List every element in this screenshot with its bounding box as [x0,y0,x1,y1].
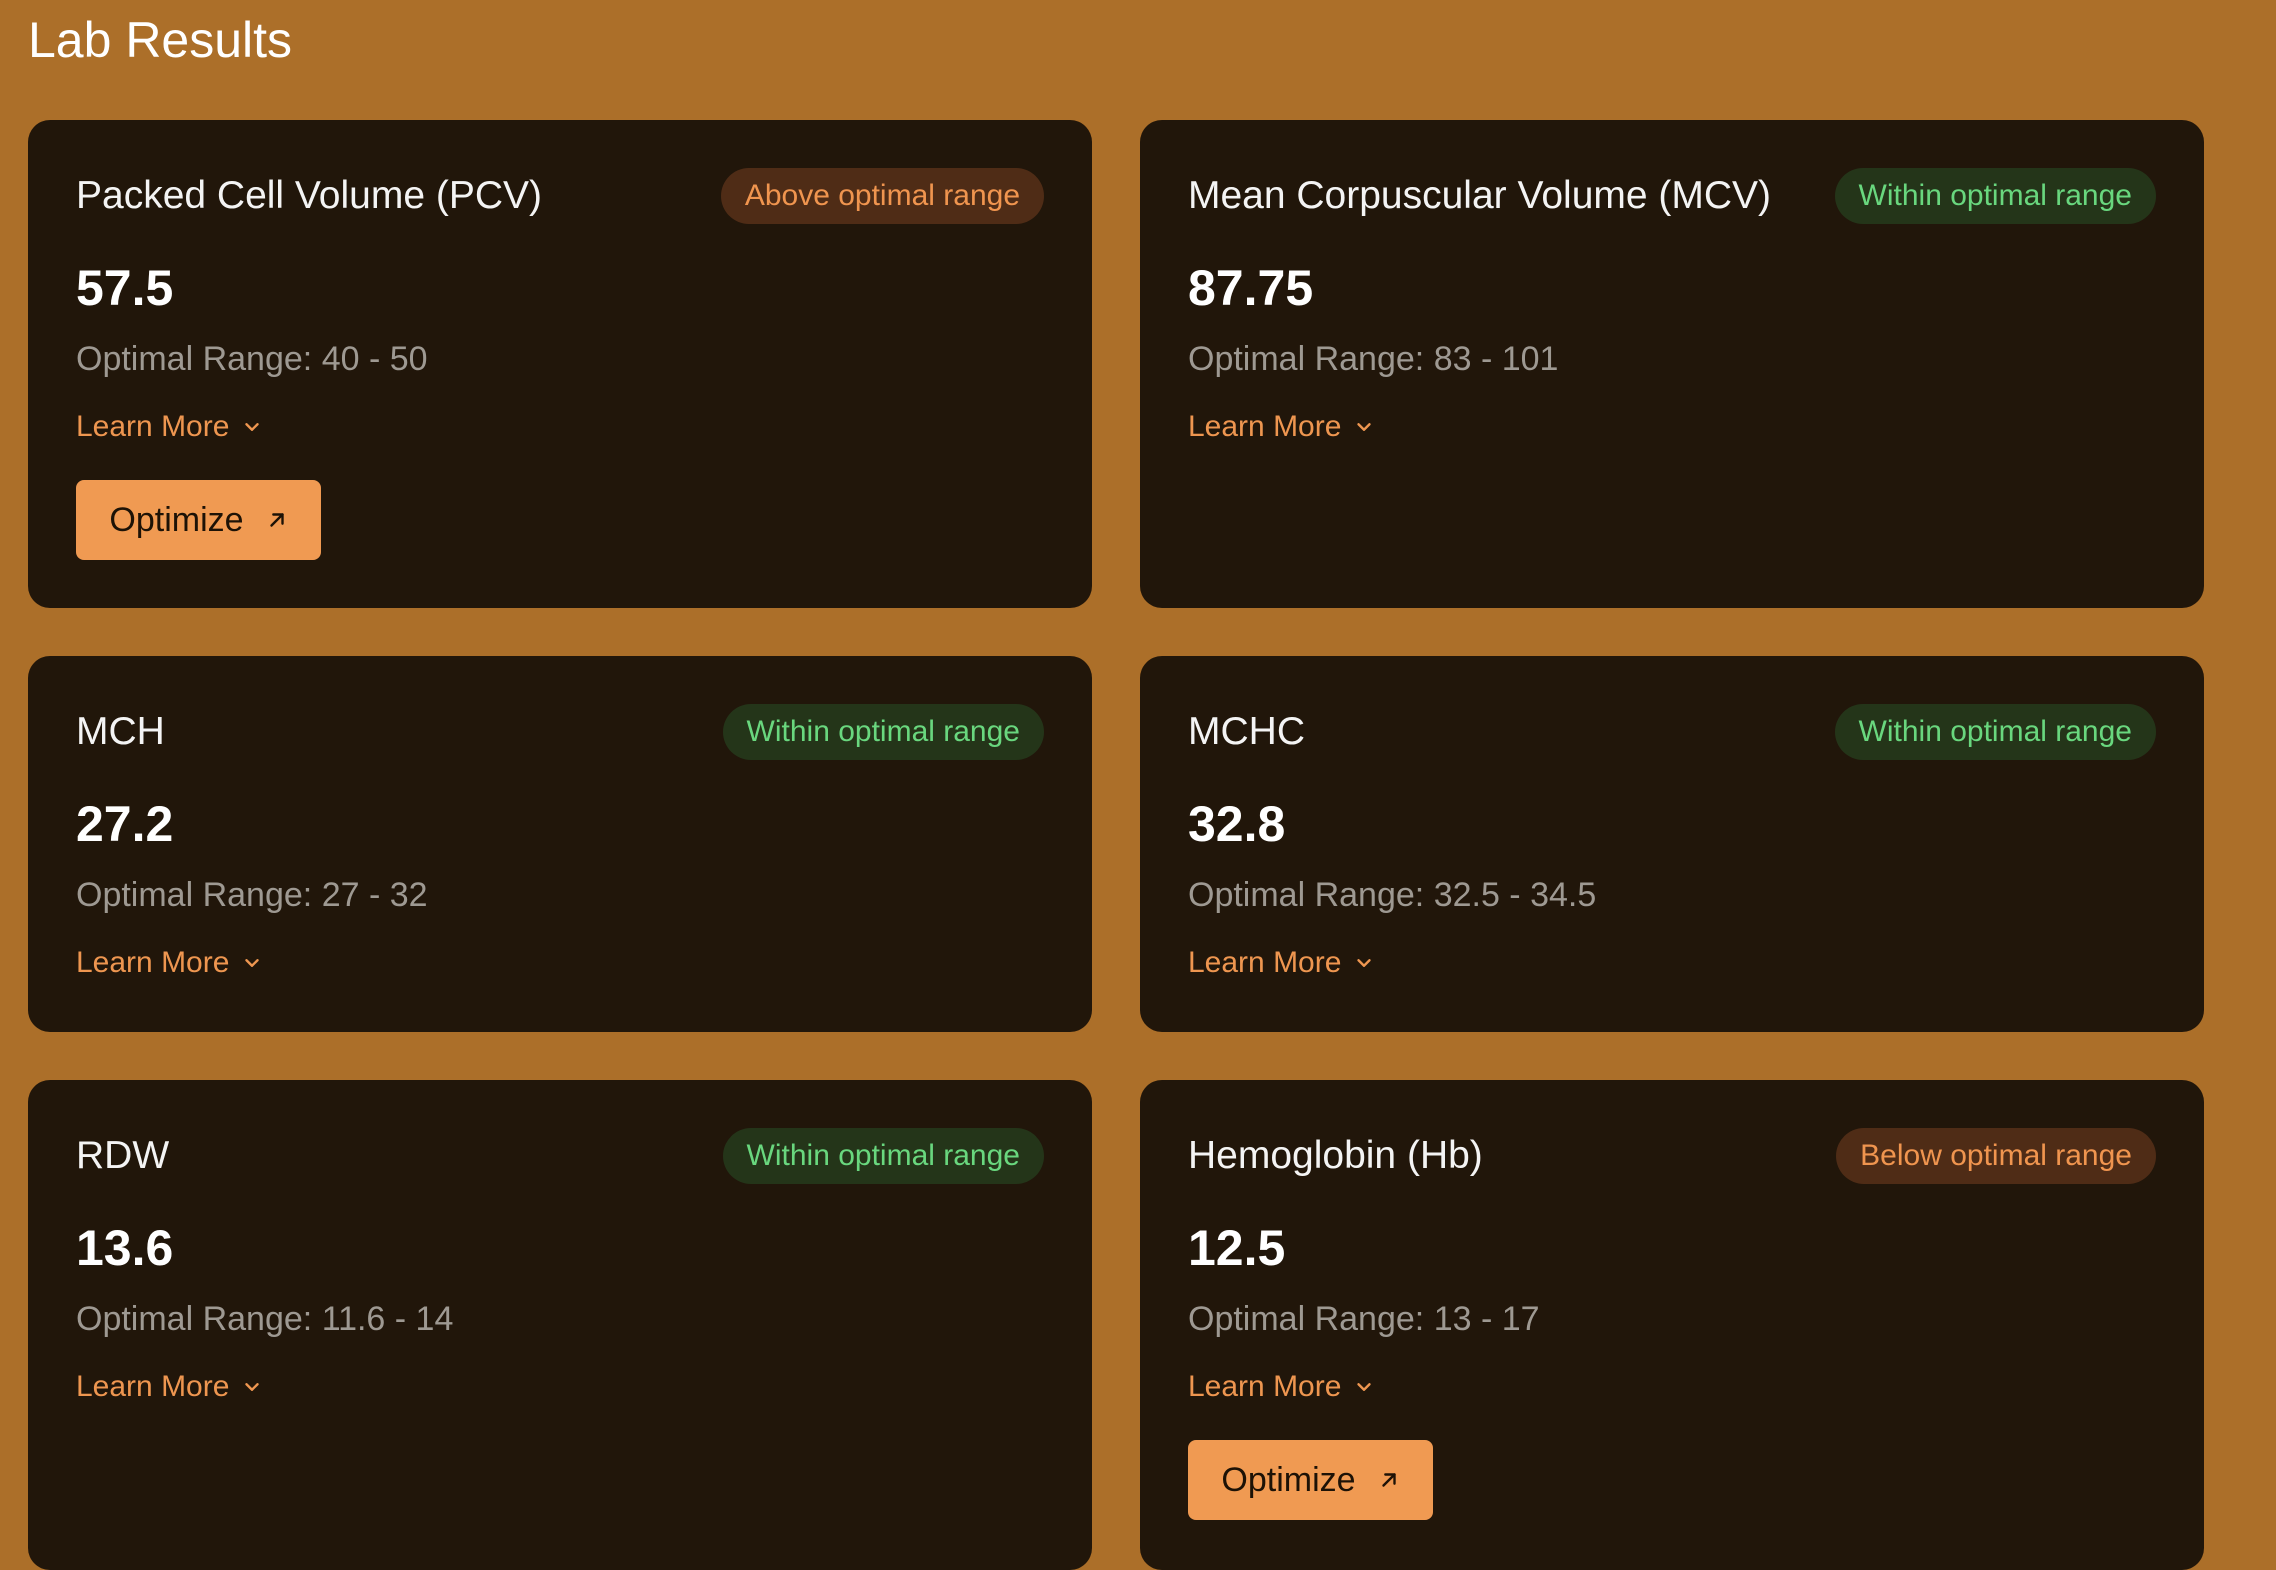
optimal-range-value: 13 - 17 [1433,1300,1540,1338]
optimal-range-value: 83 - 101 [1433,340,1559,378]
learn-more-toggle[interactable]: Learn More [76,943,263,983]
learn-more-toggle[interactable]: Learn More [76,407,263,447]
optimal-range-label: Optimal Range: [76,876,313,914]
optimal-range-label: Optimal Range: [1188,876,1425,914]
lab-result-card-mchc: MCHC Within optimal range 32.8 Optimal R… [1140,656,2204,1032]
chevron-down-icon [245,423,260,431]
status-badge: Within optimal range [722,704,1044,760]
optimal-range-label: Optimal Range: [1188,1300,1425,1338]
status-badge: Below optimal range [1836,1128,2156,1184]
lab-result-card-pcv: Packed Cell Volume (PCV) Above optimal r… [28,120,1092,608]
status-badge: Within optimal range [1834,704,2156,760]
card-title: Mean Corpuscular Volume (MCV) [1188,174,1772,217]
result-value: 57.5 [76,260,174,316]
learn-more-toggle[interactable]: Learn More [1188,407,1375,447]
lab-result-card-rdw: RDW Within optimal range 13.6 Optimal Ra… [28,1080,1092,1570]
learn-more-label: Learn More [76,1370,230,1403]
arrow-up-right-icon [269,513,284,527]
chevron-down-icon [1357,423,1372,431]
learn-more-toggle[interactable]: Learn More [1188,1367,1375,1407]
chevron-down-icon [245,1383,260,1391]
result-value: 13.6 [76,1220,174,1276]
card-title: Packed Cell Volume (PCV) [76,174,543,217]
learn-more-toggle[interactable]: Learn More [1188,943,1375,983]
learn-more-label: Learn More [1188,946,1342,979]
learn-more-toggle[interactable]: Learn More [76,1367,263,1407]
result-value: 87.75 [1188,260,1314,316]
optimize-label: Optimize [109,500,244,539]
learn-more-label: Learn More [76,410,230,443]
page-title: Lab Results [28,12,293,68]
optimal-range: Optimal Range: 40 - 50 [76,338,428,380]
optimal-range-label: Optimal Range: [76,1300,313,1338]
optimal-range: Optimal Range: 83 - 101 [1188,338,1558,380]
optimal-range: Optimal Range: 11.6 - 14 [76,1298,453,1340]
optimal-range-label: Optimal Range: [76,340,313,378]
status-badge: Within optimal range [722,1128,1044,1184]
chevron-down-icon [1357,959,1372,967]
card-title: MCH [76,710,165,753]
status-badge: Above optimal range [720,168,1044,224]
lab-result-card-mch: MCH Within optimal range 27.2 Optimal Ra… [28,656,1092,1032]
optimal-range: Optimal Range: 13 - 17 [1188,1298,1540,1340]
optimize-label: Optimize [1221,1460,1356,1499]
status-badge: Within optimal range [1834,168,2156,224]
lab-result-card-mcv: Mean Corpuscular Volume (MCV) Within opt… [1140,120,2204,608]
chevron-down-icon [245,959,260,967]
optimal-range: Optimal Range: 27 - 32 [76,874,428,916]
chevron-down-icon [1357,1383,1372,1391]
result-value: 12.5 [1188,1220,1286,1276]
optimize-button[interactable]: Optimize [76,480,321,560]
optimal-range-value: 11.6 - 14 [321,1300,454,1338]
card-title: Hemoglobin (Hb) [1188,1134,1483,1177]
arrow-up-right-icon [1381,1473,1396,1487]
learn-more-label: Learn More [76,946,230,979]
optimal-range-value: 32.5 - 34.5 [1433,876,1597,914]
card-title: RDW [76,1134,170,1177]
learn-more-label: Learn More [1188,1370,1342,1403]
optimal-range-value: 27 - 32 [321,876,428,914]
optimal-range: Optimal Range: 32.5 - 34.5 [1188,874,1596,916]
learn-more-label: Learn More [1188,410,1342,443]
result-value: 27.2 [76,796,174,852]
optimal-range-label: Optimal Range: [1188,340,1425,378]
result-value: 32.8 [1188,796,1286,852]
lab-result-card-hemoglobin: Hemoglobin (Hb) Below optimal range 12.5… [1140,1080,2204,1570]
optimize-button[interactable]: Optimize [1188,1440,1433,1520]
optimal-range-value: 40 - 50 [321,340,428,378]
card-title: MCHC [1188,710,1305,753]
